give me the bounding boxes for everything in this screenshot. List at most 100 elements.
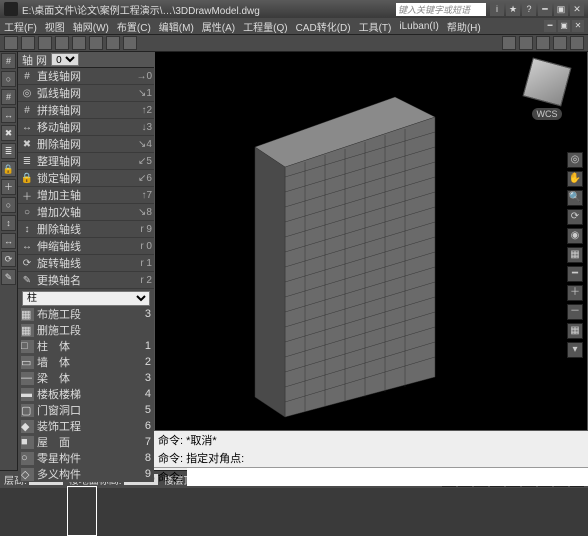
category-row[interactable]: ▦布施工段3 (18, 306, 154, 322)
zoom-icon[interactable]: 🔍 (567, 190, 583, 206)
orbit-icon[interactable]: ⟳ (567, 209, 583, 225)
steering-icon[interactable]: ◉ (567, 228, 583, 244)
strip-icon[interactable]: ↔ (1, 233, 16, 249)
category-row[interactable]: ▢门窗洞口5 (18, 402, 154, 418)
strip-icon[interactable]: ○ (1, 71, 16, 87)
axis-tool-row[interactable]: ⟳旋转轴线r 1 (18, 255, 154, 272)
star-button[interactable]: ★ (506, 3, 520, 16)
menu-layout[interactable]: 布置(C) (117, 19, 151, 34)
axis-tool-row[interactable]: ○增加次轴↘8 (18, 204, 154, 221)
axis-tool-row[interactable]: ＋增加主轴↑7 (18, 187, 154, 204)
axis-tool-key: r 2 (134, 275, 152, 286)
info-button[interactable]: i (490, 3, 504, 16)
strip-icon[interactable]: ✖ (1, 125, 16, 141)
category-row[interactable]: ▭墙 体2 (18, 354, 154, 370)
category-row[interactable]: ○零星构件8 (18, 450, 154, 466)
category-row[interactable]: □柱 体1 (18, 338, 154, 354)
menu-edit[interactable]: 编辑(M) (159, 19, 194, 34)
category-icon: ▬ (21, 388, 34, 401)
tool-a[interactable] (502, 36, 516, 50)
down-icon[interactable]: ▾ (567, 342, 583, 358)
menu-tool[interactable]: 工具(T) (359, 19, 392, 34)
strip-icon[interactable]: ↕ (1, 215, 16, 231)
side-header-select[interactable]: 0 (51, 53, 79, 66)
maximize-button[interactable]: ▣ (554, 3, 568, 16)
menu-iluban[interactable]: iLuban(I) (399, 21, 438, 32)
pan-icon[interactable]: ✋ (567, 171, 583, 187)
axis-tool-row[interactable]: ↔移动轴网↓3 (18, 119, 154, 136)
tool-layer[interactable] (123, 36, 137, 50)
tool-undo[interactable] (55, 36, 69, 50)
tool-redo[interactable] (72, 36, 86, 50)
minus-icon[interactable]: － (567, 304, 583, 320)
category-row[interactable]: ■屋 面7 (18, 434, 154, 450)
axis-tool-row[interactable]: #直线轴网→0 (18, 68, 154, 85)
strip-icon[interactable]: ✎ (1, 269, 16, 285)
strip-icon[interactable]: ≣ (1, 143, 16, 159)
mdi-minimize-button[interactable]: ━ (544, 20, 556, 32)
axis-tool-row[interactable]: 🔒锁定轴网↙6 (18, 170, 154, 187)
axis-tool-key: ↘1 (134, 88, 152, 99)
top-toolbar (0, 34, 588, 52)
strip-icon[interactable]: ○ (1, 197, 16, 213)
category-row[interactable]: ▬楼板楼梯4 (18, 386, 154, 402)
mdi-close-button[interactable]: ✕ (572, 20, 584, 32)
category-row[interactable]: —梁 体3 (18, 370, 154, 386)
minimize-button[interactable]: ━ (538, 3, 552, 16)
axis-tool-row[interactable]: #拼接轴网↑2 (18, 102, 154, 119)
column-type-select[interactable]: 柱 (22, 291, 150, 306)
axis-tool-icon: ↔ (20, 239, 34, 253)
menu-axis[interactable]: 轴网(W) (73, 19, 109, 34)
category-label: 删施工段 (37, 322, 148, 338)
menu-qty[interactable]: 工程量(Q) (243, 19, 287, 34)
strip-icon[interactable]: 🔒 (1, 161, 16, 177)
wcs-label[interactable]: WCS (532, 108, 562, 120)
axis-tool-row[interactable]: ✖删除轴网↘4 (18, 136, 154, 153)
axis-tool-row[interactable]: ◎弧线轴网↘1 (18, 85, 154, 102)
axis-tool-row[interactable]: ≣整理轴网↙5 (18, 153, 154, 170)
drawing-canvas[interactable]: WCS ◎ ✋ 🔍 ⟳ ◉ ▦ ━ ＋ － ▦ ▾ (154, 52, 588, 430)
menu-view[interactable]: 视图 (45, 19, 65, 34)
command-input[interactable] (187, 468, 588, 486)
tool-d[interactable] (553, 36, 567, 50)
tool-open[interactable] (21, 36, 35, 50)
view-cube[interactable]: WCS (517, 62, 577, 142)
tool-e[interactable] (570, 36, 584, 50)
category-icon: ▦ (21, 324, 34, 337)
tool-save[interactable] (38, 36, 52, 50)
tool-b[interactable] (519, 36, 533, 50)
strip-icon[interactable]: ＋ (1, 179, 16, 195)
category-key: 1 (145, 340, 151, 352)
mdi-restore-button[interactable]: ▣ (558, 20, 570, 32)
tool-zoom[interactable] (89, 36, 103, 50)
menu-file[interactable]: 工程(F) (4, 19, 37, 34)
dash-icon[interactable]: ━ (567, 266, 583, 282)
axis-tool-row[interactable]: ✎更换轴名r 2 (18, 272, 154, 289)
plus-icon[interactable]: ＋ (567, 285, 583, 301)
category-row[interactable]: ◇多义构件9 (18, 466, 154, 482)
menu-attr[interactable]: 属性(A) (202, 19, 235, 34)
axis-tool-row[interactable]: ↕删除轴线r 9 (18, 221, 154, 238)
tool-new[interactable] (4, 36, 18, 50)
axis-tool-icon: ≣ (20, 154, 34, 168)
nav-wheel-icon[interactable]: ◎ (567, 152, 583, 168)
help-button[interactable]: ? (522, 3, 536, 16)
window-title: E:\桌面文件\论文\案例工程演示\…\3DDrawModel.dwg (22, 2, 396, 17)
tool-pan[interactable] (106, 36, 120, 50)
grid-icon[interactable]: ▦ (567, 323, 583, 339)
strip-icon[interactable]: ↔ (1, 107, 16, 123)
category-icon: ○ (21, 452, 34, 465)
help-search-input[interactable]: 键入关键字或短语 (396, 3, 486, 16)
close-button[interactable]: ✕ (570, 3, 584, 16)
showmotion-icon[interactable]: ▦ (567, 247, 583, 263)
menu-cad[interactable]: CAD转化(D) (296, 19, 351, 34)
menu-help[interactable]: 帮助(H) (447, 19, 481, 34)
axis-tool-row[interactable]: ↔伸缩轴线r 0 (18, 238, 154, 255)
category-row[interactable]: ▦删施工段 (18, 322, 154, 338)
strip-icon[interactable]: # (1, 89, 16, 105)
category-row[interactable]: ◆装饰工程6 (18, 418, 154, 434)
strip-icon[interactable]: # (1, 53, 16, 69)
strip-icon[interactable]: ⟳ (1, 251, 16, 267)
tool-c[interactable] (536, 36, 550, 50)
axis-tool-icon: ✎ (20, 273, 34, 287)
